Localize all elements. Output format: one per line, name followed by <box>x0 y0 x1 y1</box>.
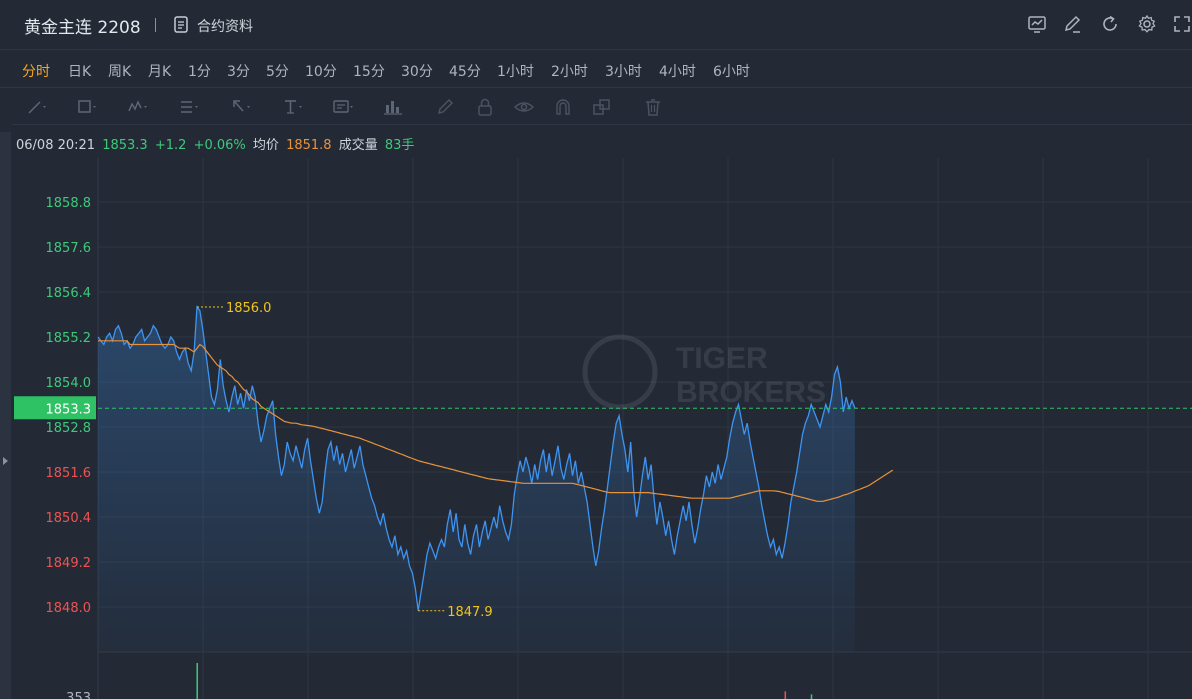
y-tick-label: 1850.4 <box>46 511 92 526</box>
volume-bar <box>810 694 813 699</box>
intraday-chart[interactable]: TIGER BROKERS 1858.8 1857.6 1856.4 1855.2 18… <box>0 0 1192 699</box>
y-tick-label: 1855.2 <box>46 331 92 346</box>
y-tick-label: 1857.6 <box>46 241 92 256</box>
volume-bar <box>784 691 787 699</box>
y-tick-label: 1851.6 <box>46 466 92 481</box>
volume-pane: 353 <box>66 663 813 699</box>
volume-bar <box>196 663 198 699</box>
volume-tick-label: 353 <box>66 691 91 699</box>
watermark-line1: TIGER <box>676 342 768 375</box>
y-tick-label: 1858.8 <box>46 196 92 211</box>
y-tick-label: 1856.4 <box>46 286 92 301</box>
y-tick-label: 1854.0 <box>46 376 92 391</box>
watermark-line2: BROKERS <box>676 376 826 409</box>
min-marker-label: 1847.9 <box>447 605 493 620</box>
max-marker-label: 1856.0 <box>226 301 272 316</box>
y-tick-label: 1849.2 <box>46 556 92 571</box>
current-price-tag-label: 1853.3 <box>46 402 92 417</box>
y-tick-label: 1852.8 <box>46 421 92 436</box>
watermark: TIGER BROKERS <box>582 334 826 410</box>
y-tick-label: 1848.0 <box>46 601 92 616</box>
